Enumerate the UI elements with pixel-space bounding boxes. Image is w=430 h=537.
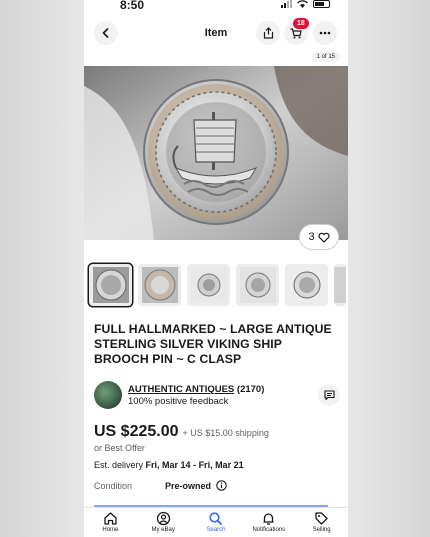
more-dots-icon	[319, 31, 331, 35]
share-button[interactable]	[256, 21, 280, 45]
search-icon	[209, 512, 223, 525]
thumbnail[interactable]	[89, 264, 132, 306]
bell-icon	[263, 513, 274, 525]
thumbnail[interactable]	[285, 264, 328, 306]
thumbnail[interactable]	[138, 264, 181, 306]
like-count: 3	[308, 231, 315, 243]
signal-icon	[281, 0, 292, 8]
status-time: 8:50	[120, 0, 145, 12]
cart-icon	[290, 27, 302, 38]
listing-title: FULL HALLMARKED ~ LARGE ANTIQUE STERLING…	[94, 322, 332, 366]
thumbnail[interactable]	[334, 264, 346, 306]
seller-name-row: AUTHENTIC ANTIQUES (2170)	[128, 384, 264, 395]
tab-label: My eBay	[151, 527, 175, 533]
brooch-thumbnail-icon	[92, 267, 129, 303]
background-left	[0, 0, 84, 537]
top-nav: Item 18	[84, 14, 348, 52]
tab-label: Home	[102, 527, 119, 533]
message-seller-button[interactable]	[318, 384, 340, 406]
battery-icon	[313, 0, 330, 8]
tab-label: Selling	[312, 527, 331, 533]
page-title: Item	[204, 27, 228, 39]
best-offer-text: or Best Offer	[94, 443, 145, 453]
tab-search[interactable]: Search	[190, 508, 243, 537]
thumbnail[interactable]	[187, 264, 230, 306]
seller-name-link[interactable]: AUTHENTIC ANTIQUES	[128, 384, 234, 395]
wifi-icon	[297, 0, 308, 8]
brooch-thumbnail-icon	[141, 267, 178, 303]
thumbnail-strip	[89, 264, 346, 306]
tag-icon	[315, 512, 328, 525]
tab-my-ebay[interactable]: My eBay	[137, 508, 190, 537]
condition-row: Condition Pre-owned	[94, 480, 227, 491]
heart-icon	[318, 232, 330, 243]
price-row: US $225.00 + US $15.00 shipping	[94, 423, 269, 441]
bottom-tab-bar: Home My eBay Search Notifications Sellin…	[84, 507, 348, 537]
delivery-label: Est. delivery	[94, 460, 144, 470]
brooch-thumbnail-icon	[288, 267, 325, 303]
condition-value: Pre-owned	[165, 480, 212, 491]
item-price: US $225.00	[94, 423, 179, 440]
condition-label: Condition	[94, 480, 133, 491]
delivery-dates: Fri, Mar 14 - Fri, Mar 21	[145, 460, 244, 470]
seller-feedback: 100% positive feedback	[128, 396, 229, 407]
tab-label: Search	[206, 527, 226, 533]
brooch-photo	[84, 66, 348, 240]
user-icon	[156, 511, 170, 526]
more-button[interactable]	[313, 21, 337, 45]
thumbnail[interactable]	[236, 264, 279, 306]
brooch-thumbnail-icon	[190, 267, 227, 303]
background-right	[348, 0, 430, 537]
seller-rating-count: (2170)	[236, 384, 265, 395]
seller-avatar[interactable]	[94, 381, 122, 409]
home-icon	[104, 512, 117, 525]
status-icons	[281, 0, 330, 8]
tab-label: Notifications	[252, 527, 286, 533]
info-icon[interactable]	[216, 480, 227, 491]
tab-home[interactable]: Home	[84, 508, 137, 537]
tab-notifications[interactable]: Notifications	[242, 508, 295, 537]
seller-card: AUTHENTIC ANTIQUES (2170) 100% positive …	[94, 381, 340, 411]
message-icon	[323, 389, 335, 400]
delivery-estimate: Est. delivery Fri, Mar 14 - Fri, Mar 21	[94, 460, 244, 470]
like-button[interactable]: 3	[300, 225, 338, 249]
shipping-cost: + US $15.00 shipping	[182, 428, 269, 438]
brooch-thumbnail-icon	[239, 267, 276, 303]
brooch-thumbnail-icon	[334, 267, 346, 303]
status-bar: 8:50	[84, 0, 348, 14]
phone-screen: 8:50 Item 18 1 of 15 3 FULL HALLMARKED ~…	[84, 0, 348, 537]
tab-selling[interactable]: Selling	[295, 508, 348, 537]
photo-counter: 1 of 15	[311, 52, 340, 62]
cart-count-badge: 18	[293, 18, 309, 29]
share-icon	[263, 27, 273, 39]
product-image[interactable]	[84, 66, 348, 240]
